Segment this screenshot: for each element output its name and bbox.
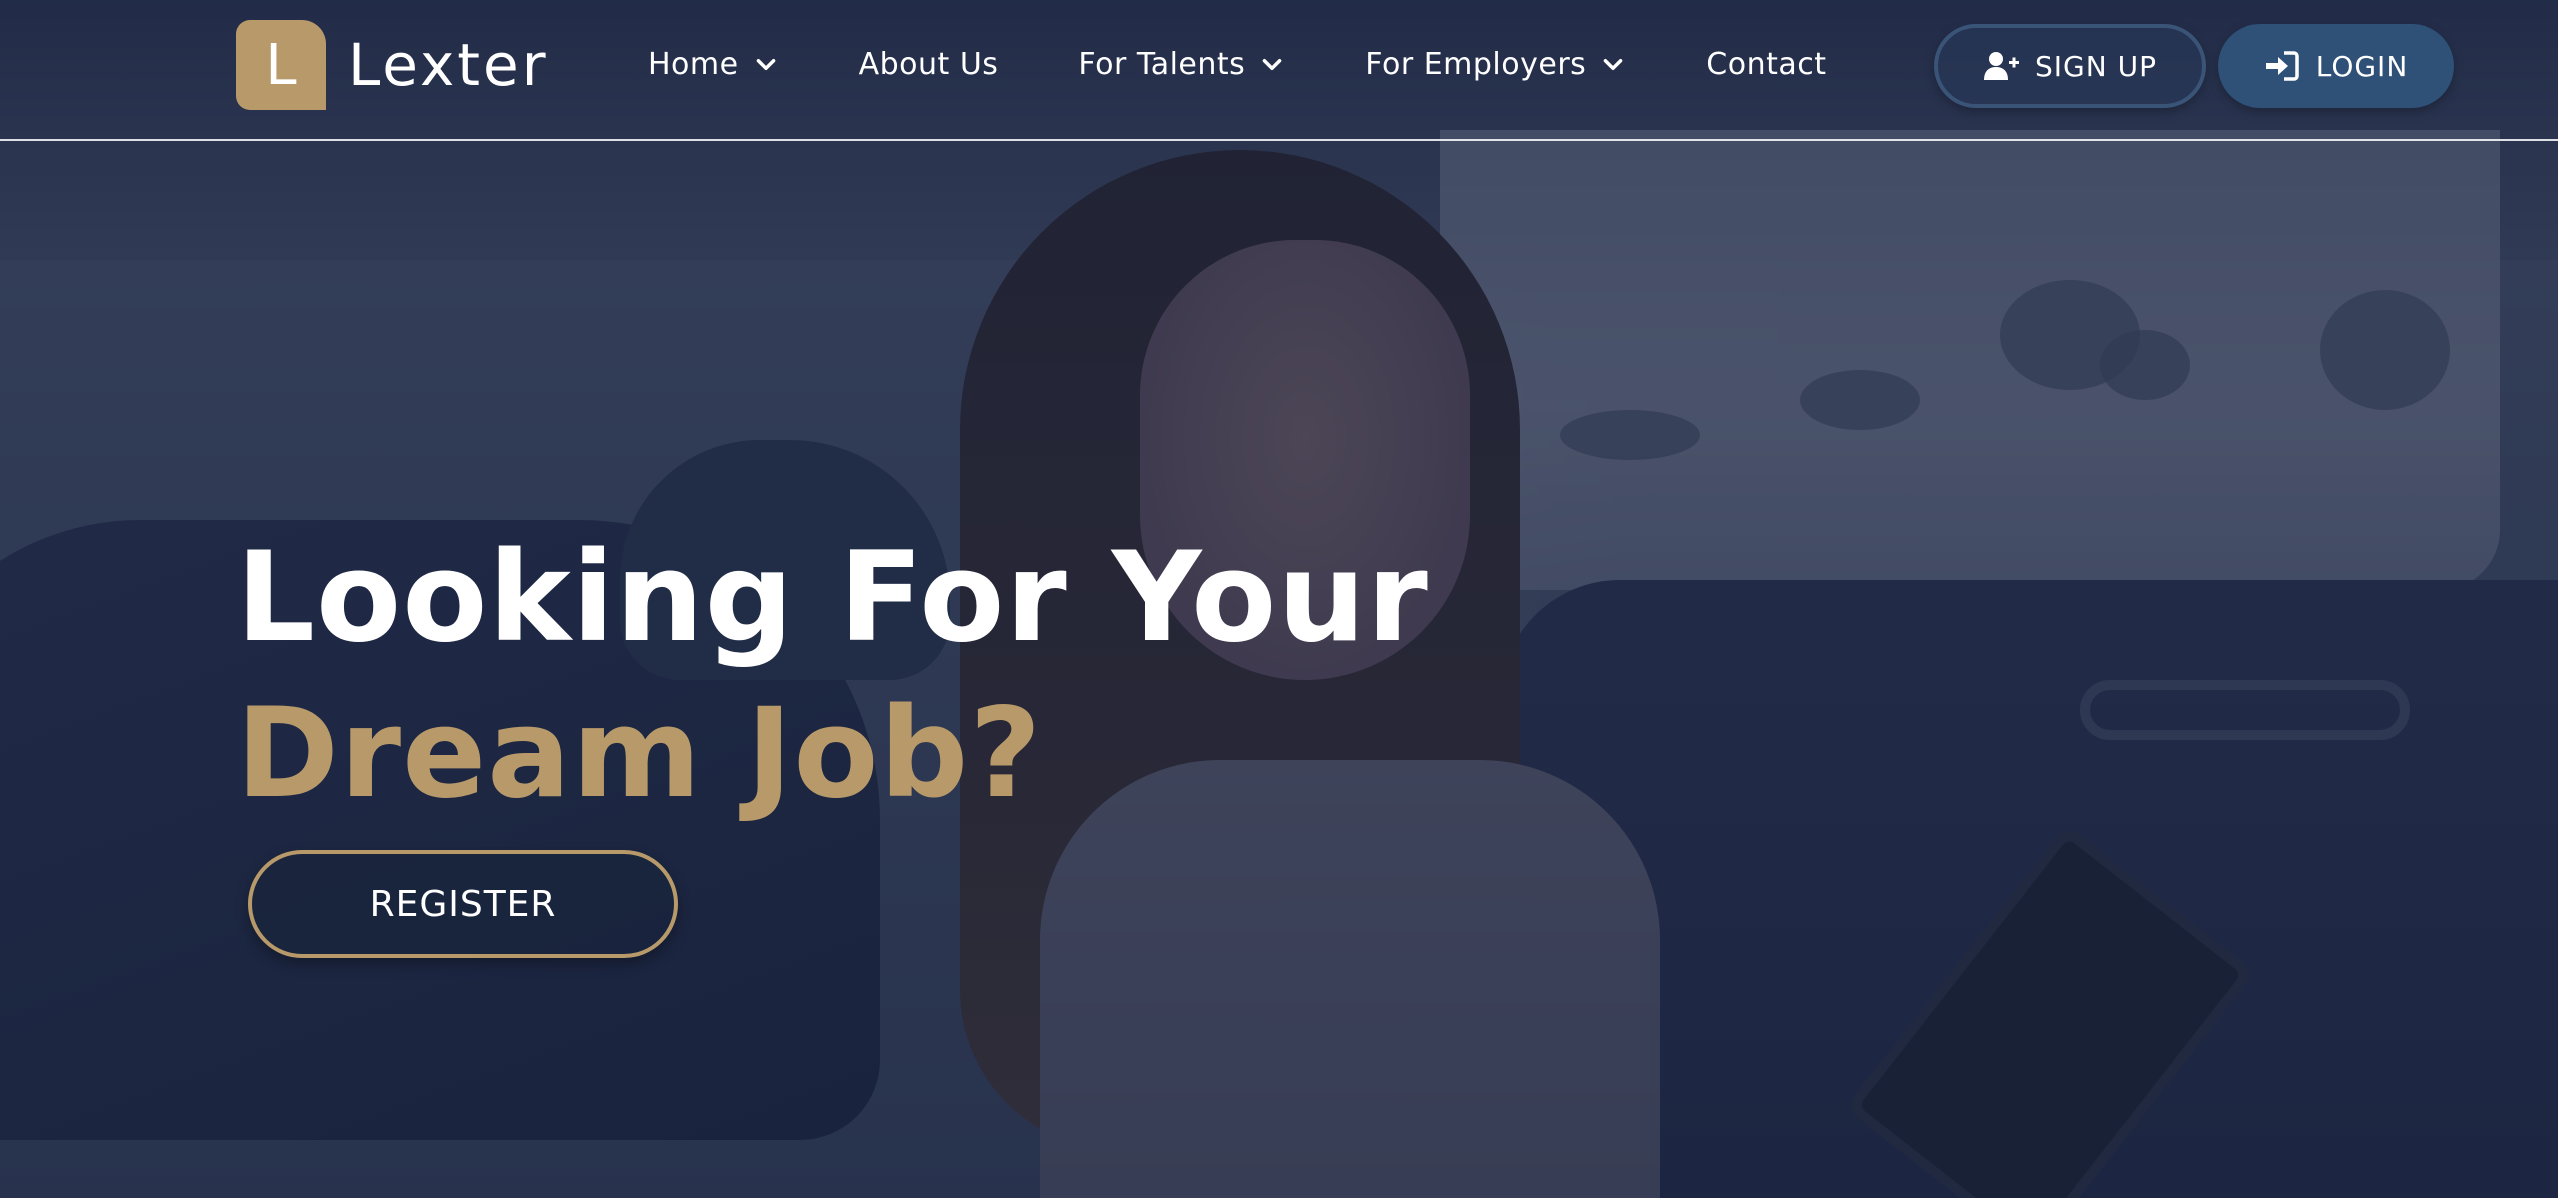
hero-headline: Looking For Your Dream Job? bbox=[236, 520, 1429, 832]
nav-label: For Employers bbox=[1365, 46, 1587, 82]
nav-label: Contact bbox=[1706, 46, 1827, 82]
nav-item-for-employers[interactable]: For Employers bbox=[1365, 47, 1626, 82]
nav-label: For Talents bbox=[1078, 46, 1246, 82]
register-button[interactable]: REGISTER bbox=[248, 850, 678, 958]
login-button[interactable]: LOGIN bbox=[2218, 24, 2454, 108]
signup-button[interactable]: SIGN UP bbox=[1934, 24, 2206, 108]
nav-item-home[interactable]: Home bbox=[648, 47, 779, 82]
chevron-down-icon bbox=[1262, 59, 1282, 71]
sign-in-icon bbox=[2265, 51, 2299, 81]
brand-name: Lexter bbox=[348, 31, 549, 99]
site-header: L Lexter Home About Us For Talents For E… bbox=[0, 0, 2558, 141]
nav-item-for-talents[interactable]: For Talents bbox=[1078, 47, 1285, 82]
nav-item-about-us[interactable]: About Us bbox=[859, 47, 999, 82]
main-nav: Home About Us For Talents For Employers … bbox=[648, 40, 1827, 88]
signup-label: SIGN UP bbox=[2035, 49, 2157, 83]
chevron-down-icon bbox=[756, 59, 775, 71]
user-plus-icon bbox=[1984, 52, 2020, 80]
chevron-down-icon bbox=[1603, 59, 1623, 71]
brand-logo[interactable]: L Lexter bbox=[236, 20, 549, 110]
headline-line-1: Looking For Your bbox=[236, 526, 1429, 670]
login-label: LOGIN bbox=[2315, 49, 2409, 83]
nav-label: Home bbox=[648, 46, 739, 82]
logo-mark: L bbox=[236, 20, 326, 110]
headline-line-2: Dream Job? bbox=[236, 682, 1043, 826]
nav-item-contact[interactable]: Contact bbox=[1706, 47, 1826, 82]
nav-label: About Us bbox=[858, 46, 999, 82]
